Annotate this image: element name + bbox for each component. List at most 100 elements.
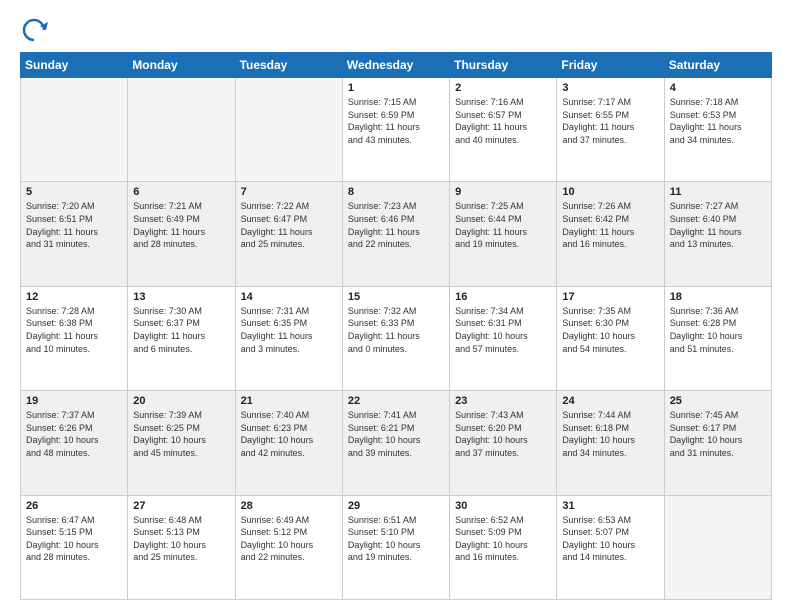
- day-info: Sunrise: 6:49 AM Sunset: 5:12 PM Dayligh…: [241, 514, 337, 564]
- calendar-day-cell: 20 Sunrise: 7:39 AM Sunset: 6:25 PM Dayli…: [128, 391, 235, 495]
- logo-icon: [20, 16, 48, 44]
- weekday-header-thursday: Thursday: [450, 53, 557, 78]
- day-info: Sunrise: 7:32 AM Sunset: 6:33 PM Dayligh…: [348, 305, 444, 355]
- day-number: 21: [241, 395, 337, 407]
- day-number: 22: [348, 395, 444, 407]
- day-number: 29: [348, 500, 444, 512]
- day-number: 18: [670, 291, 766, 303]
- day-info: Sunrise: 7:22 AM Sunset: 6:47 PM Dayligh…: [241, 200, 337, 250]
- calendar-day-cell: 31 Sunrise: 6:53 AM Sunset: 5:07 PM Dayli…: [557, 495, 664, 599]
- calendar-day-cell: 21 Sunrise: 7:40 AM Sunset: 6:23 PM Dayli…: [235, 391, 342, 495]
- calendar-day-cell: 7 Sunrise: 7:22 AM Sunset: 6:47 PM Daylig…: [235, 182, 342, 286]
- day-info: Sunrise: 6:52 AM Sunset: 5:09 PM Dayligh…: [455, 514, 551, 564]
- day-number: 10: [562, 186, 658, 198]
- day-info: Sunrise: 7:35 AM Sunset: 6:30 PM Dayligh…: [562, 305, 658, 355]
- calendar-day-cell: 15Sunrise: 7:32 AM Sunset: 6:33 PM Dayli…: [342, 286, 449, 390]
- day-number: 28: [241, 500, 337, 512]
- day-info: Sunrise: 7:20 AM Sunset: 6:51 PM Dayligh…: [26, 200, 122, 250]
- day-number: 24: [562, 395, 658, 407]
- day-info: Sunrise: 7:18 AM Sunset: 6:53 PM Dayligh…: [670, 96, 766, 146]
- weekday-header-wednesday: Wednesday: [342, 53, 449, 78]
- day-info: Sunrise: 7:17 AM Sunset: 6:55 PM Dayligh…: [562, 96, 658, 146]
- calendar-week-row: 1Sunrise: 7:15 AM Sunset: 6:59 PM Daylig…: [21, 78, 772, 182]
- day-number: 30: [455, 500, 551, 512]
- day-number: 12: [26, 291, 122, 303]
- calendar-day-cell: 26Sunrise: 6:47 AM Sunset: 5:15 PM Dayli…: [21, 495, 128, 599]
- day-number: 11: [670, 186, 766, 198]
- day-info: Sunrise: 7:15 AM Sunset: 6:59 PM Dayligh…: [348, 96, 444, 146]
- day-info: Sunrise: 7:27 AM Sunset: 6:40 PM Dayligh…: [670, 200, 766, 250]
- calendar-day-cell: 24 Sunrise: 7:44 AM Sunset: 6:18 PM Dayli…: [557, 391, 664, 495]
- calendar-day-cell: 9Sunrise: 7:25 AM Sunset: 6:44 PM Daylig…: [450, 182, 557, 286]
- day-number: 2: [455, 82, 551, 94]
- calendar-day-cell: 14 Sunrise: 7:31 AM Sunset: 6:35 PM Dayli…: [235, 286, 342, 390]
- calendar-day-cell: 25 Sunrise: 7:45 AM Sunset: 6:17 PM Dayli…: [664, 391, 771, 495]
- calendar-day-cell: 8 Sunrise: 7:23 AM Sunset: 6:46 PM Daylig…: [342, 182, 449, 286]
- day-number: 26: [26, 500, 122, 512]
- day-info: Sunrise: 7:25 AM Sunset: 6:44 PM Dayligh…: [455, 200, 551, 250]
- weekday-header-row: SundayMondayTuesdayWednesdayThursdayFrid…: [21, 53, 772, 78]
- calendar-day-cell: 3Sunrise: 7:17 AM Sunset: 6:55 PM Daylig…: [557, 78, 664, 182]
- day-info: Sunrise: 7:43 AM Sunset: 6:20 PM Dayligh…: [455, 409, 551, 459]
- logo: [20, 16, 52, 44]
- day-info: Sunrise: 7:45 AM Sunset: 6:17 PM Dayligh…: [670, 409, 766, 459]
- day-number: 16: [455, 291, 551, 303]
- day-info: Sunrise: 6:51 AM Sunset: 5:10 PM Dayligh…: [348, 514, 444, 564]
- calendar-day-cell: 30 Sunrise: 6:52 AM Sunset: 5:09 PM Dayli…: [450, 495, 557, 599]
- calendar-day-cell: 13 Sunrise: 7:30 AM Sunset: 6:37 PM Dayli…: [128, 286, 235, 390]
- calendar-day-cell: 4 Sunrise: 7:18 AM Sunset: 6:53 PM Daylig…: [664, 78, 771, 182]
- weekday-header-monday: Monday: [128, 53, 235, 78]
- calendar-day-cell: [235, 78, 342, 182]
- calendar-week-row: 12Sunrise: 7:28 AM Sunset: 6:38 PM Dayli…: [21, 286, 772, 390]
- calendar-week-row: 19Sunrise: 7:37 AM Sunset: 6:26 PM Dayli…: [21, 391, 772, 495]
- weekday-header-sunday: Sunday: [21, 53, 128, 78]
- calendar-day-cell: [128, 78, 235, 182]
- day-number: 6: [133, 186, 229, 198]
- day-number: 7: [241, 186, 337, 198]
- calendar-day-cell: 6 Sunrise: 7:21 AM Sunset: 6:49 PM Daylig…: [128, 182, 235, 286]
- day-info: Sunrise: 7:23 AM Sunset: 6:46 PM Dayligh…: [348, 200, 444, 250]
- day-info: Sunrise: 6:48 AM Sunset: 5:13 PM Dayligh…: [133, 514, 229, 564]
- calendar-day-cell: 10Sunrise: 7:26 AM Sunset: 6:42 PM Dayli…: [557, 182, 664, 286]
- day-number: 25: [670, 395, 766, 407]
- day-info: Sunrise: 7:16 AM Sunset: 6:57 PM Dayligh…: [455, 96, 551, 146]
- weekday-header-saturday: Saturday: [664, 53, 771, 78]
- day-number: 31: [562, 500, 658, 512]
- day-number: 27: [133, 500, 229, 512]
- calendar-day-cell: 17 Sunrise: 7:35 AM Sunset: 6:30 PM Dayli…: [557, 286, 664, 390]
- day-info: Sunrise: 7:36 AM Sunset: 6:28 PM Dayligh…: [670, 305, 766, 355]
- day-info: Sunrise: 7:44 AM Sunset: 6:18 PM Dayligh…: [562, 409, 658, 459]
- calendar-day-cell: 18 Sunrise: 7:36 AM Sunset: 6:28 PM Dayli…: [664, 286, 771, 390]
- day-number: 4: [670, 82, 766, 94]
- calendar-day-cell: 19Sunrise: 7:37 AM Sunset: 6:26 PM Dayli…: [21, 391, 128, 495]
- calendar-week-row: 5 Sunrise: 7:20 AM Sunset: 6:51 PM Daylig…: [21, 182, 772, 286]
- calendar-day-cell: 1Sunrise: 7:15 AM Sunset: 6:59 PM Daylig…: [342, 78, 449, 182]
- day-number: 14: [241, 291, 337, 303]
- day-info: Sunrise: 6:53 AM Sunset: 5:07 PM Dayligh…: [562, 514, 658, 564]
- calendar-day-cell: 16Sunrise: 7:34 AM Sunset: 6:31 PM Dayli…: [450, 286, 557, 390]
- day-number: 23: [455, 395, 551, 407]
- calendar-day-cell: [21, 78, 128, 182]
- day-info: Sunrise: 7:30 AM Sunset: 6:37 PM Dayligh…: [133, 305, 229, 355]
- calendar-week-row: 26Sunrise: 6:47 AM Sunset: 5:15 PM Dayli…: [21, 495, 772, 599]
- calendar-day-cell: 12Sunrise: 7:28 AM Sunset: 6:38 PM Dayli…: [21, 286, 128, 390]
- day-info: Sunrise: 7:40 AM Sunset: 6:23 PM Dayligh…: [241, 409, 337, 459]
- day-info: Sunrise: 7:31 AM Sunset: 6:35 PM Dayligh…: [241, 305, 337, 355]
- day-number: 17: [562, 291, 658, 303]
- day-number: 19: [26, 395, 122, 407]
- day-number: 20: [133, 395, 229, 407]
- calendar-day-cell: 23 Sunrise: 7:43 AM Sunset: 6:20 PM Dayli…: [450, 391, 557, 495]
- calendar-day-cell: 22Sunrise: 7:41 AM Sunset: 6:21 PM Dayli…: [342, 391, 449, 495]
- weekday-header-friday: Friday: [557, 53, 664, 78]
- page: SundayMondayTuesdayWednesdayThursdayFrid…: [0, 0, 792, 612]
- weekday-header-tuesday: Tuesday: [235, 53, 342, 78]
- calendar-day-cell: 11 Sunrise: 7:27 AM Sunset: 6:40 PM Dayli…: [664, 182, 771, 286]
- calendar-table: SundayMondayTuesdayWednesdayThursdayFrid…: [20, 52, 772, 600]
- day-info: Sunrise: 7:39 AM Sunset: 6:25 PM Dayligh…: [133, 409, 229, 459]
- day-info: Sunrise: 7:21 AM Sunset: 6:49 PM Dayligh…: [133, 200, 229, 250]
- calendar-day-cell: 28 Sunrise: 6:49 AM Sunset: 5:12 PM Dayli…: [235, 495, 342, 599]
- day-number: 5: [26, 186, 122, 198]
- calendar-day-cell: 2 Sunrise: 7:16 AM Sunset: 6:57 PM Daylig…: [450, 78, 557, 182]
- day-number: 8: [348, 186, 444, 198]
- day-number: 13: [133, 291, 229, 303]
